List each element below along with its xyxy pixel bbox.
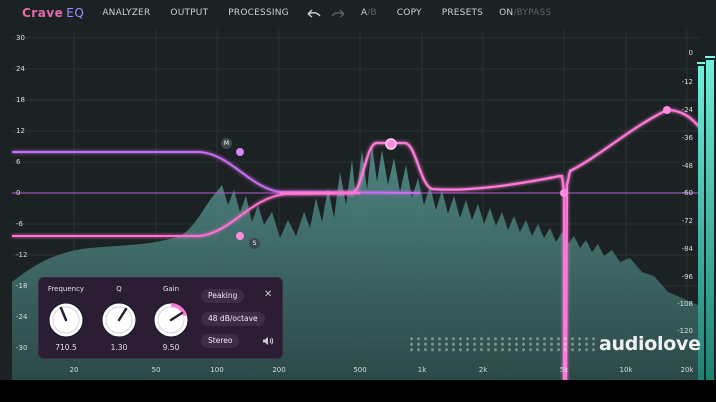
top-toolbar: Crave EQ ANALYZER OUTPUT PROCESSING A/B C…: [0, 0, 716, 26]
frequency-knob[interactable]: [47, 301, 85, 339]
eq-node-peak-selected[interactable]: [385, 138, 397, 150]
speaker-icon[interactable]: [262, 336, 273, 346]
band-settings-panel: Frequency Q Gain 710.5 1.30 9.50 Peaking…: [38, 277, 283, 359]
analyzer-menu[interactable]: ANALYZER: [102, 8, 150, 18]
q-knob[interactable]: [100, 301, 138, 339]
watermark-text: audiolove: [599, 333, 701, 355]
output-menu[interactable]: OUTPUT: [170, 8, 208, 18]
ab-compare[interactable]: A/B: [361, 8, 377, 18]
undo-redo-group: [307, 9, 345, 18]
q-label: Q: [116, 285, 122, 293]
copy-button[interactable]: COPY: [397, 8, 422, 18]
mid-node-label: M: [221, 138, 232, 149]
watermark-dots: [408, 336, 596, 352]
gain-knob[interactable]: [152, 301, 190, 339]
eq-screen: Crave EQ ANALYZER OUTPUT PROCESSING A/B C…: [0, 0, 716, 380]
channel-mode-select[interactable]: Stereo: [201, 334, 240, 348]
side-node-label: S: [249, 238, 260, 249]
slope-select[interactable]: 48 dB/octave: [201, 312, 265, 326]
frequency-label: Frequency: [47, 285, 85, 293]
presets-menu[interactable]: PRESETS: [442, 8, 483, 18]
eq-node-mid[interactable]: [236, 148, 244, 156]
app-frame: Crave EQ ANALYZER OUTPUT PROCESSING A/B C…: [0, 0, 716, 402]
undo-arrow-icon[interactable]: [307, 9, 321, 18]
app-logo: Crave EQ: [22, 6, 85, 20]
ab-b[interactable]: B: [370, 8, 376, 18]
filter-type-select[interactable]: Peaking: [201, 289, 245, 303]
audiolove-watermark: audiolove: [408, 331, 708, 357]
eq-node-notch[interactable]: [560, 189, 568, 197]
frequency-value[interactable]: 710.5: [41, 343, 91, 352]
q-value[interactable]: 1.30: [94, 343, 144, 352]
redo-arrow-icon[interactable]: [331, 9, 345, 18]
processing-menu[interactable]: PROCESSING: [228, 8, 289, 18]
gain-label: Gain: [162, 285, 180, 293]
close-icon[interactable]: ✕: [264, 290, 272, 300]
on-bypass-toggle[interactable]: ON/BYPASS: [499, 8, 551, 18]
gain-value[interactable]: 9.50: [146, 343, 196, 352]
eq-node-side[interactable]: [236, 232, 244, 240]
